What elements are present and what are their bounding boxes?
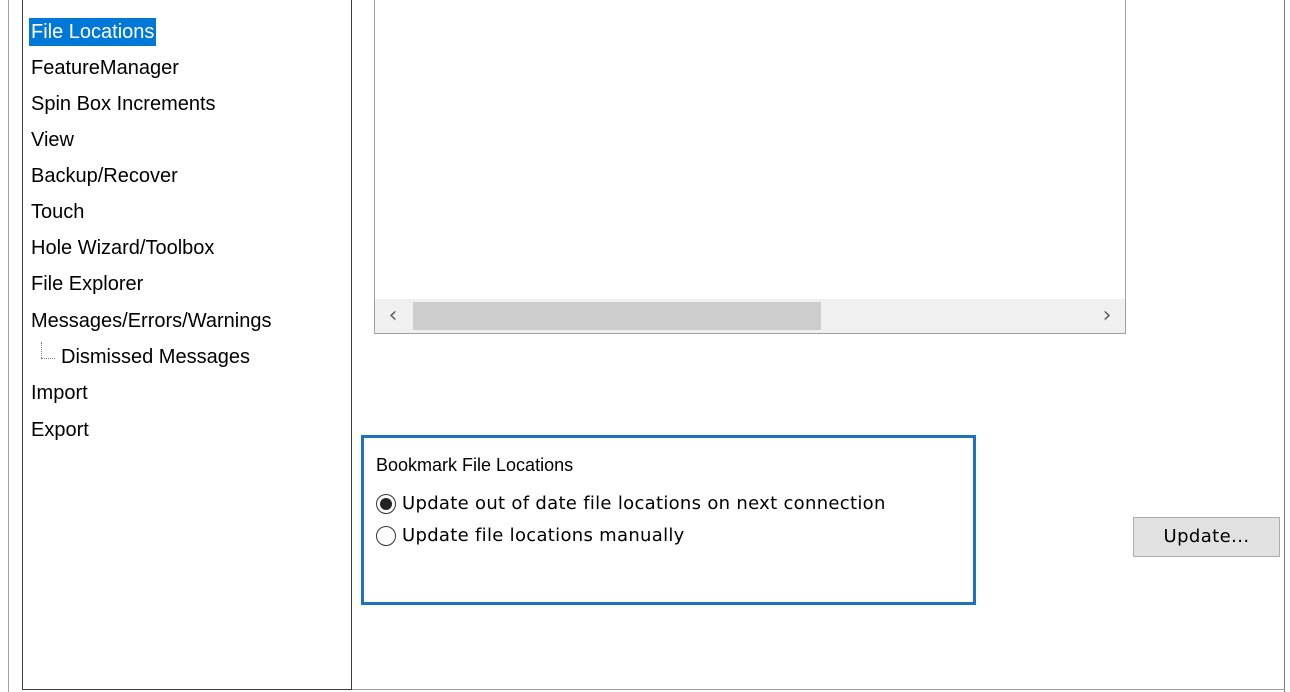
tree-item-export[interactable]: Export [29,416,91,444]
radio-button-icon[interactable] [376,526,396,546]
chevron-left-icon[interactable]: ‹ [375,299,411,333]
bookmark-file-locations-group: Bookmark File Locations Update out of da… [361,435,976,605]
radio-button-icon[interactable] [376,494,396,514]
options-tree[interactable]: File Locations FeatureManager Spin Box I… [22,0,352,690]
tree-connector-line [41,342,42,358]
tree-item-featuremanager[interactable]: FeatureManager [29,54,181,82]
tree-item-hole-wizard-toolbox[interactable]: Hole Wizard/Toolbox [29,234,216,262]
tree-item-dismissed-messages[interactable]: Dismissed Messages [59,343,252,371]
tree-item-view[interactable]: View [29,126,76,154]
tree-item-spin-box-increments[interactable]: Spin Box Increments [29,90,218,118]
radio-label[interactable]: Update out of date file locations on nex… [402,491,886,517]
tree-item-file-explorer[interactable]: File Explorer [29,270,145,298]
tree-connector-line [41,358,55,359]
chevron-right-icon[interactable]: › [1089,299,1125,333]
horizontal-scrollbar[interactable]: ‹ › [375,299,1125,333]
tree-item-messages-errors-warnings[interactable]: Messages/Errors/Warnings [29,307,273,335]
file-locations-list[interactable]: ‹ › [374,0,1126,334]
group-title: Bookmark File Locations [376,455,574,475]
radio-selected-dot [380,498,392,510]
scrollbar-thumb[interactable] [413,302,821,330]
tree-item-touch[interactable]: Touch [29,198,86,226]
radio-label[interactable]: Update file locations manually [402,523,685,549]
tree-item-file-locations[interactable]: File Locations [29,18,157,46]
window-frame-left [8,0,9,692]
window-frame-right [1284,0,1285,692]
window-frame-bottom [352,689,1285,690]
update-button[interactable]: Update... [1133,517,1280,557]
tree-item-import[interactable]: Import [29,379,90,407]
tree-item-backup-recover[interactable]: Backup/Recover [29,162,180,190]
